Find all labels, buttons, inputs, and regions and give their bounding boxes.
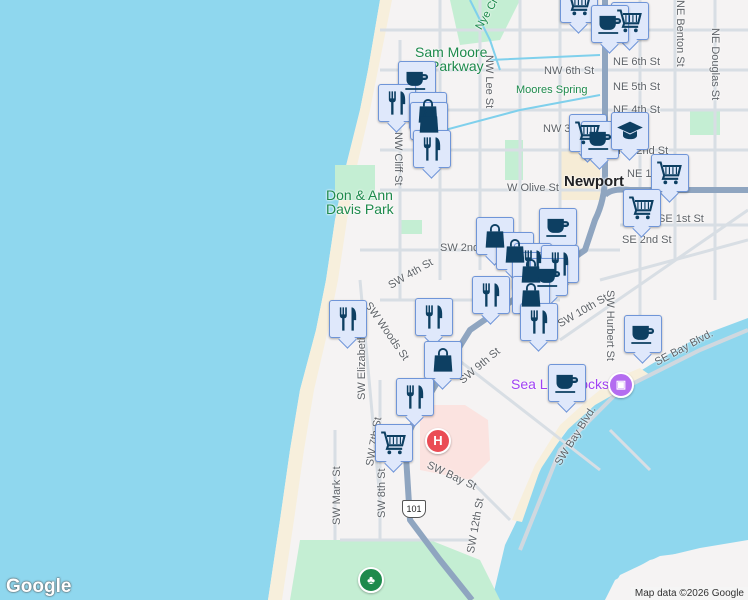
cart-icon [628,194,656,222]
street-label: SE 1st St [658,213,704,225]
restaurant-icon [383,89,411,117]
shopping-bag-icon [429,346,457,374]
restaurant-icon [418,135,446,163]
place-marker[interactable] [520,303,558,341]
place-marker[interactable] [539,208,577,246]
camera-icon[interactable]: ▣ [608,372,634,398]
restaurant-icon [420,303,448,331]
street-label: NE Douglas St [709,28,721,101]
street-label: SW Hurbert St [604,290,616,361]
street-label: W Olive St [507,182,559,194]
place-marker[interactable] [611,112,649,150]
coffee-icon [629,320,657,348]
street-label: NE Benton St [674,0,686,67]
coffee-icon [544,213,572,241]
street-label: NE 6th St [613,56,661,68]
cart-icon [565,0,593,18]
spring-label: Moores Spring [516,84,588,96]
street-label: SW Mark St [331,466,343,525]
place-marker[interactable] [651,154,689,192]
place-marker[interactable] [424,341,462,379]
place-marker[interactable] [548,364,586,402]
place-marker[interactable] [623,189,661,227]
shopping-bag-icon [517,281,545,309]
park-tree-icon[interactable]: ♣ [358,567,384,593]
restaurant-icon [525,308,553,336]
street-label: NW Lee St [483,55,495,109]
street-label: NW Cliff St [392,132,404,186]
cart-icon [656,159,684,187]
place-marker[interactable] [413,130,451,168]
map-attribution[interactable]: Map data ©2026 Google [630,587,748,600]
place-marker[interactable] [375,424,413,462]
place-marker[interactable] [624,315,662,353]
cart-icon [380,429,408,457]
hospital-icon[interactable]: H [425,428,451,454]
place-marker[interactable] [591,5,629,43]
place-marker[interactable] [396,378,434,416]
street-label: NW 6th St [544,65,595,77]
highway-101-shield: 101 [402,500,426,518]
park-label: Davis Park [326,201,394,217]
graduation-cap-icon [616,117,644,145]
restaurant-icon [401,383,429,411]
restaurant-icon [334,305,362,333]
street-label: SE 2nd St [622,234,672,246]
city-label: Newport [564,173,624,190]
street-label: NE 5th St [613,81,661,93]
restaurant-icon [477,281,505,309]
place-marker[interactable] [378,84,416,122]
google-logo: Google [6,576,72,597]
place-marker[interactable] [415,298,453,336]
street-label: SW 8th St [376,468,388,518]
park-label: Parkway [430,58,484,74]
coffee-icon [553,369,581,397]
place-marker[interactable] [472,276,510,314]
coffee-icon [596,10,624,38]
shopping-bag-icon [415,107,443,135]
place-marker[interactable] [581,121,619,159]
place-marker[interactable] [329,300,367,338]
coffee-icon [586,126,614,154]
